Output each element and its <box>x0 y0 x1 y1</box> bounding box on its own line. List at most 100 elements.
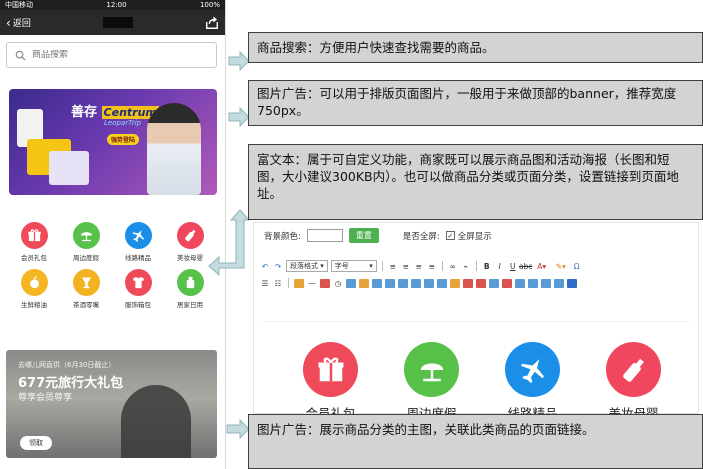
column-left-icon[interactable] <box>489 278 499 288</box>
fruit-icon <box>29 276 39 289</box>
gift-icon <box>318 357 343 381</box>
editor-toolbar: ↶ ↷ 段落格式 ▾ 字号 ▾ ≡ ≡ ≡ ≡ ∞ ⌁ B I U abc A▾ … <box>260 257 692 317</box>
split-cells-icon[interactable] <box>424 278 434 288</box>
row-above-icon[interactable] <box>463 278 473 288</box>
banner-sub: LeoparTrip <box>104 119 142 127</box>
insert-row-icon[interactable] <box>359 278 369 288</box>
umbrella-icon <box>80 232 92 242</box>
category-item[interactable]: 线路精品 <box>112 222 164 262</box>
cell-bg-icon[interactable] <box>450 278 460 288</box>
back-label: 返回 <box>12 19 31 29</box>
toolbar-separator <box>475 261 477 271</box>
richtext-editor: 背景颜色: 重置 是否全屏: ✓ 全屏显示 ↶ ↷ 段落格式 ▾ 字号 ▾ ≡ ≡… <box>253 222 699 421</box>
fullscreen-checkbox[interactable]: ✓ <box>445 231 455 240</box>
category-item[interactable]: 线路精品 <box>482 342 583 422</box>
cell-props-icon[interactable] <box>541 278 551 288</box>
toolbar-separator <box>441 261 443 271</box>
category-label: 生鲜粮油 <box>21 301 47 309</box>
search-input[interactable] <box>32 50 202 60</box>
category-item[interactable]: 美妆母婴 <box>583 342 684 422</box>
row-props-icon[interactable] <box>554 278 564 288</box>
underline-icon[interactable]: U <box>508 261 518 271</box>
font-size-select[interactable]: 字号 ▾ <box>330 260 377 272</box>
delete-row-icon[interactable] <box>385 278 395 288</box>
link-icon[interactable]: ∞ <box>448 261 458 271</box>
category-item[interactable]: 茶酒零嘴 <box>60 269 112 309</box>
toolbar-separator <box>288 278 289 288</box>
bg-color-picker[interactable] <box>306 229 343 242</box>
redo-icon[interactable]: ↷ <box>273 261 283 271</box>
chevron-left-icon: ‹ <box>6 15 11 30</box>
delete-table-icon[interactable] <box>515 278 525 288</box>
drink-icon <box>81 277 91 289</box>
delete-column-icon[interactable] <box>398 278 408 288</box>
align-left-icon[interactable]: ≡ <box>388 261 398 271</box>
ordered-list-icon[interactable]: ☰ <box>260 278 270 288</box>
back-button[interactable]: ‹ 返回 <box>6 15 31 30</box>
bottle-icon <box>176 222 204 249</box>
drink-icon <box>72 269 100 296</box>
horizontal-rule-icon[interactable]: — <box>307 278 317 288</box>
umbrella-icon <box>72 222 100 249</box>
umbrella-icon <box>404 342 459 397</box>
category-item[interactable]: 会员礼包 <box>280 342 381 422</box>
airplane-icon <box>131 230 144 243</box>
date-icon[interactable] <box>320 278 330 288</box>
airplane-icon <box>505 342 560 397</box>
arrow-right-icon <box>228 50 250 72</box>
align-justify-icon[interactable]: ≡ <box>427 261 437 271</box>
bg-color-label: 背景颜色: <box>264 231 301 242</box>
insert-column-icon[interactable] <box>372 278 382 288</box>
bottle-icon <box>622 358 644 382</box>
category-item[interactable]: 生鲜粮油 <box>8 269 60 309</box>
category-item[interactable]: 周边度假 <box>60 222 112 262</box>
font-color-icon[interactable]: A▾ <box>534 261 550 271</box>
merge-cells-icon[interactable] <box>411 278 421 288</box>
bottle-icon <box>606 342 661 397</box>
airplane-icon <box>124 222 152 249</box>
row-below-icon[interactable] <box>476 278 486 288</box>
table-props-icon[interactable] <box>528 278 538 288</box>
fullscreen-label: 是否全屏: <box>402 231 440 242</box>
fullscreen-icon[interactable] <box>567 278 577 288</box>
editor-canvas[interactable]: 会员礼包周边度假线路精品美妆母婴 <box>262 321 690 421</box>
align-right-icon[interactable]: ≡ <box>414 261 424 271</box>
category-label: 周边度假 <box>73 254 99 262</box>
unordered-list-icon[interactable]: ☷ <box>273 278 283 288</box>
nav-bar: ‹ 返回 <box>0 10 225 35</box>
status-bar: 中国移动 12:00 100% <box>0 0 225 10</box>
highlight-icon[interactable]: ✎▾ <box>553 261 569 271</box>
category-item[interactable]: 会员礼包 <box>8 222 60 262</box>
paragraph-format-select[interactable]: 段落格式 ▾ <box>286 260 328 272</box>
share-icon[interactable] <box>205 16 219 30</box>
search-bar[interactable] <box>6 42 217 68</box>
promo-line-2: 677元旅行大礼包 <box>18 376 124 391</box>
column-right-icon[interactable] <box>502 278 512 288</box>
strikethrough-icon[interactable]: abc <box>519 261 532 271</box>
redacted-title <box>102 17 133 28</box>
category-item[interactable]: 服饰箱包 <box>112 269 164 309</box>
promo-line-1: 去哪儿网直供（6月30日截止） <box>18 361 116 369</box>
toolbar-row-2: ☰ ☷ — ◷ <box>260 276 577 290</box>
claim-button[interactable]: 领取 <box>20 436 52 450</box>
promo-image-ad[interactable]: 去哪儿网直供（6月30日截止） 677元旅行大礼包 尊享会员尊享 领取 <box>6 350 217 458</box>
carrier-text: 中国移动 <box>5 1 33 9</box>
tshirt-icon <box>132 276 144 289</box>
special-char-icon[interactable]: Ω <box>572 261 582 271</box>
time-icon[interactable]: ◷ <box>333 278 343 288</box>
category-item[interactable]: 周边度假 <box>381 342 482 422</box>
unlink-icon[interactable]: ⌁ <box>461 261 471 271</box>
fullscreen-checkbox-label: 全屏显示 <box>457 231 492 242</box>
cell-border-icon[interactable] <box>437 278 447 288</box>
airplane-icon <box>520 358 544 383</box>
image-icon[interactable] <box>294 278 304 288</box>
banner-cta: 强势登陆 <box>107 134 140 145</box>
align-center-icon[interactable]: ≡ <box>401 261 411 271</box>
italic-icon[interactable]: I <box>495 261 505 271</box>
bold-icon[interactable]: B <box>482 261 492 271</box>
category-icon-grid: 会员礼包 周边度假 线路精品 美妆母婴 生鲜粮油 茶酒零嘴 服饰箱包 居家日用 <box>8 222 216 309</box>
table-icon[interactable] <box>346 278 356 288</box>
reset-button[interactable]: 重置 <box>348 228 379 243</box>
banner-ad-image[interactable]: 善存 Centrum LeoparTrip 强势登陆 <box>9 89 217 195</box>
undo-icon[interactable]: ↶ <box>260 261 270 271</box>
